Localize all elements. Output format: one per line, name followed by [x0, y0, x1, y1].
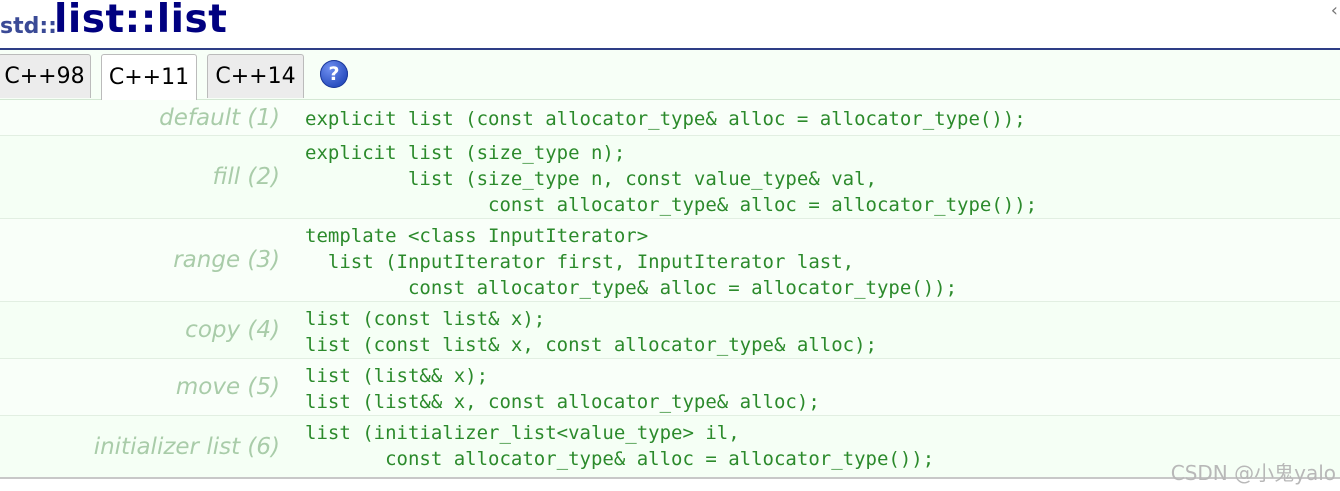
table-row: initializer list (6) list (initializer_l…	[0, 416, 1340, 477]
constructor-table: default (1) explicit list (const allocat…	[0, 100, 1340, 477]
constructor-label: range (3)	[173, 247, 280, 273]
table-row: copy (4) list (const list& x); list (con…	[0, 302, 1340, 359]
page-title: list::list	[54, 0, 228, 42]
table-row: move (5) list (list&& x); list (list&& x…	[0, 359, 1340, 416]
constructor-label: copy (4)	[185, 317, 280, 343]
constructor-code: list (list&& x); list (list&& x, const a…	[305, 365, 820, 413]
tab-cpp14[interactable]: C++14	[207, 54, 304, 98]
constructor-label: fill (2)	[212, 164, 280, 190]
title-namespace: std::	[0, 14, 57, 39]
constructor-label: initializer list (6)	[93, 433, 280, 460]
constructor-label: move (5)	[175, 374, 280, 400]
constructor-code: explicit list (size_type n); list (size_…	[305, 142, 1038, 216]
tab-cpp98[interactable]: C++98	[0, 54, 91, 98]
collapse-chevron-icon[interactable]: ‹	[1331, 0, 1338, 21]
table-row: range (3) template <class InputIterator>…	[0, 219, 1340, 302]
table-row: default (1) explicit list (const allocat…	[0, 100, 1340, 136]
bottom-divider	[0, 477, 1340, 479]
help-icon[interactable]: ?	[320, 60, 348, 88]
tab-cpp11[interactable]: C++11	[101, 54, 197, 100]
page-header: std:: list::list ‹	[0, 0, 1340, 50]
constructor-label: default (1)	[159, 104, 280, 131]
constructor-code: list (const list& x); list (const list& …	[305, 308, 877, 356]
watermark: CSDN @小鬼yalo	[1170, 461, 1336, 485]
version-tab-strip: C++98 C++11 C++14	[0, 50, 1340, 100]
constructor-code: list (initializer_list<value_type> il, c…	[305, 422, 935, 470]
table-row: fill (2) explicit list (size_type n); li…	[0, 136, 1340, 219]
constructor-code: explicit list (const allocator_type& all…	[305, 108, 1026, 130]
constructor-code: template <class InputIterator> list (Inp…	[305, 225, 958, 299]
